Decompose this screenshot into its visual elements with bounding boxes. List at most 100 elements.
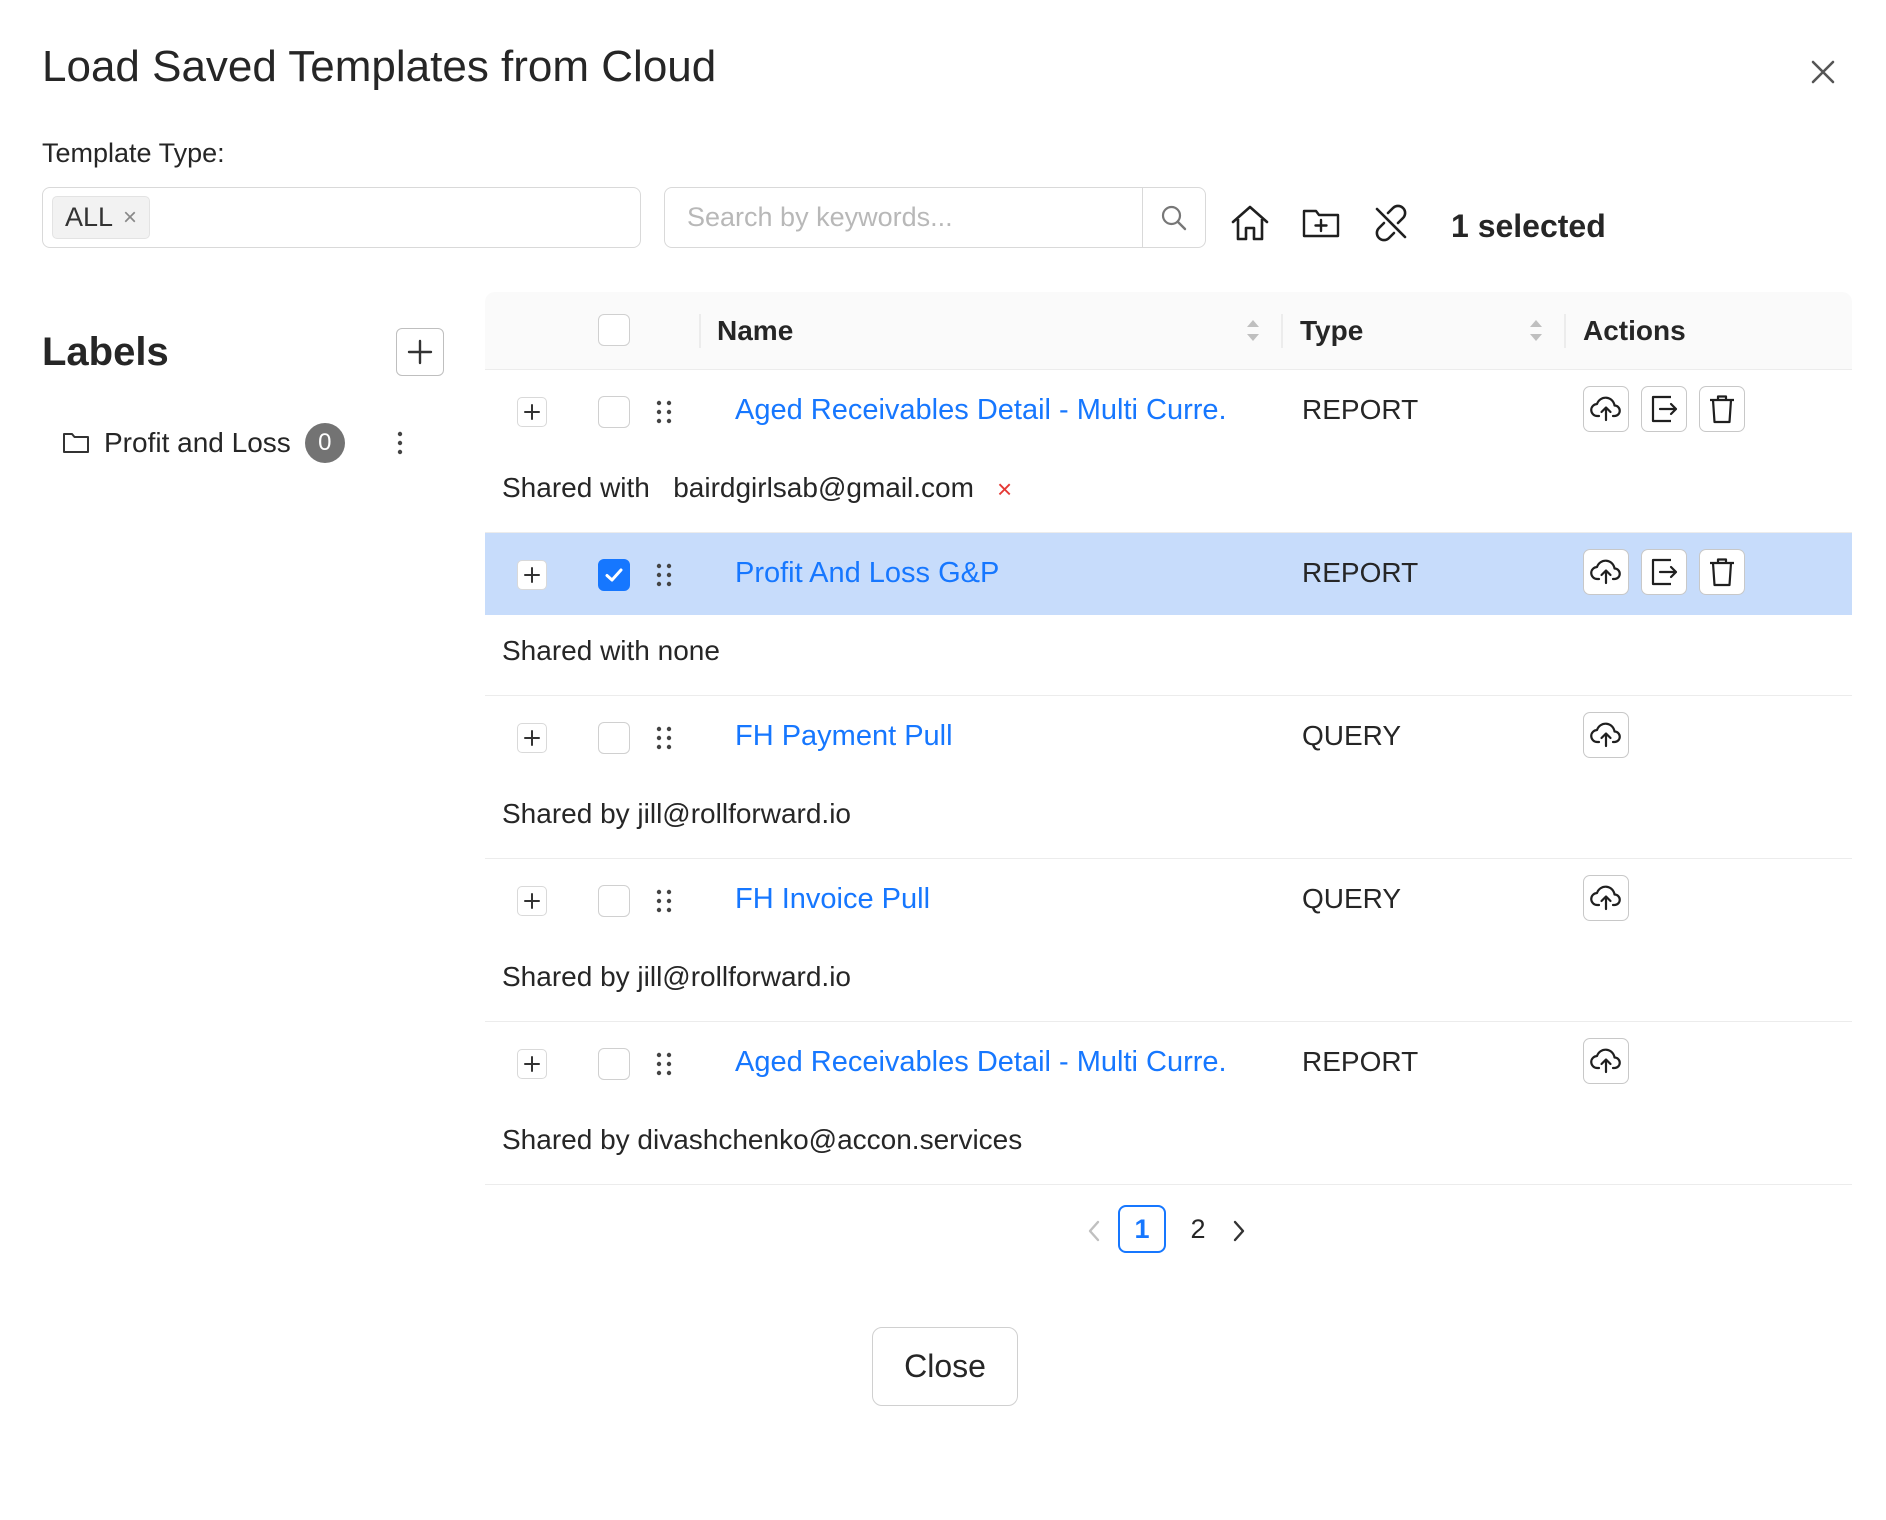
row-checkbox[interactable] <box>598 885 630 917</box>
export-button[interactable] <box>1641 549 1687 595</box>
template-type: REPORT <box>1302 394 1419 425</box>
sharing-text: Shared by jill@rollforward.io <box>502 961 852 992</box>
plus-icon <box>524 567 540 583</box>
template-type-select[interactable]: ALL × <box>42 187 641 248</box>
table-header: Name Type Actions <box>485 292 1852 370</box>
search-box <box>664 187 1206 248</box>
sharing-text: Shared by jill@rollforward.io <box>502 798 852 829</box>
table-row[interactable]: Aged Receivables Detail - Multi Curre. RE… <box>485 370 1852 452</box>
cloud-upload-button[interactable] <box>1583 1038 1629 1084</box>
cloud-upload-icon <box>1590 722 1621 748</box>
drag-handle-icon[interactable] <box>653 1048 675 1080</box>
row-checkbox[interactable] <box>598 396 630 428</box>
table-row[interactable]: FH Payment Pull QUERY <box>485 696 1852 778</box>
sharing-info-row: Shared by divashchenko@accon.services <box>485 1104 1852 1185</box>
unlink-button[interactable] <box>1368 200 1414 246</box>
drag-handle-icon[interactable] <box>653 885 675 917</box>
export-icon <box>1651 395 1678 423</box>
template-name-link[interactable]: Profit And Loss G&P <box>735 557 999 590</box>
plus-icon <box>524 1056 540 1072</box>
drag-handle-icon[interactable] <box>653 559 675 591</box>
template-name-link[interactable]: FH Invoice Pull <box>735 883 930 916</box>
template-name-link[interactable]: Aged Receivables Detail - Multi Curre. <box>735 394 1227 427</box>
add-label-button[interactable] <box>396 328 444 376</box>
table-row[interactable]: Aged Receivables Detail - Multi Curre. RE… <box>485 1022 1852 1104</box>
unlink-icon <box>1375 204 1407 242</box>
search-button[interactable] <box>1142 188 1205 247</box>
folder-icon <box>63 433 89 453</box>
cloud-upload-icon <box>1590 559 1621 585</box>
export-icon <box>1651 558 1678 586</box>
delete-button[interactable] <box>1699 549 1745 595</box>
expand-row-button[interactable] <box>517 560 547 590</box>
table-body: Aged Receivables Detail - Multi Curre. RE… <box>485 370 1852 1185</box>
folder-add-icon <box>1302 209 1340 238</box>
cloud-upload-button[interactable] <box>1583 549 1629 595</box>
column-name[interactable]: Name <box>717 292 793 369</box>
table-row[interactable]: Profit And Loss G&P REPORT <box>485 533 1852 615</box>
page-1-button[interactable]: 1 <box>1118 1205 1166 1253</box>
label-more-icon[interactable] <box>390 425 410 461</box>
label-count-badge: 0 <box>304 423 345 463</box>
expand-row-button[interactable] <box>517 723 547 753</box>
cloud-upload-icon <box>1590 885 1621 911</box>
column-type[interactable]: Type <box>1300 292 1363 369</box>
prev-page-icon[interactable] <box>1081 1214 1107 1248</box>
check-icon <box>605 568 623 582</box>
table-row[interactable]: FH Invoice Pull QUERY <box>485 859 1852 941</box>
template-type-tag: ALL × <box>52 196 151 239</box>
column-actions: Actions <box>1583 314 1686 346</box>
new-folder-button[interactable] <box>1298 200 1344 246</box>
template-type: QUERY <box>1302 883 1402 914</box>
home-icon <box>1231 205 1269 241</box>
template-type: REPORT <box>1302 557 1419 588</box>
sharing-info-row: Shared with none <box>485 615 1852 696</box>
trash-icon <box>1710 558 1734 587</box>
expand-row-button[interactable] <box>517 886 547 916</box>
home-button[interactable] <box>1227 200 1273 246</box>
select-all-checkbox[interactable] <box>598 314 630 346</box>
cloud-upload-button[interactable] <box>1583 712 1629 758</box>
templates-table: Name Type Actions Aged Receivables Detai… <box>485 292 1852 1185</box>
label-item-name: Profit and Loss <box>104 427 291 458</box>
next-page-icon[interactable] <box>1226 1214 1252 1248</box>
plus-icon <box>407 339 433 365</box>
plus-icon <box>524 404 540 420</box>
search-input[interactable] <box>665 188 1142 247</box>
sharing-text: Shared with bairdgirlsab@gmail.com <box>502 472 974 503</box>
dialog-title: Load Saved Templates from Cloud <box>42 42 717 91</box>
row-checkbox[interactable] <box>598 559 630 591</box>
close-dialog-icon[interactable] <box>1803 52 1843 92</box>
template-type-tag-label: ALL <box>65 202 114 232</box>
selected-count: 1 selected <box>1451 208 1606 244</box>
cloud-upload-icon <box>1590 1048 1621 1074</box>
sharing-info-row: Shared by jill@rollforward.io <box>485 778 1852 859</box>
row-checkbox[interactable] <box>598 722 630 754</box>
sharing-text: Shared by divashchenko@accon.services <box>502 1124 1023 1155</box>
remove-share-icon[interactable]: × <box>997 474 1012 505</box>
sharing-info-row: Shared by jill@rollforward.io <box>485 941 1852 1022</box>
delete-button[interactable] <box>1699 386 1745 432</box>
sort-type-icon[interactable] <box>1528 316 1544 346</box>
export-button[interactable] <box>1641 386 1687 432</box>
cloud-upload-button[interactable] <box>1583 875 1629 921</box>
sharing-text: Shared with none <box>502 635 720 666</box>
tag-remove-icon[interactable]: × <box>123 204 137 232</box>
drag-handle-icon[interactable] <box>653 722 675 754</box>
row-checkbox[interactable] <box>598 1048 630 1080</box>
sort-name-icon[interactable] <box>1245 316 1261 346</box>
search-icon <box>1161 205 1187 230</box>
expand-row-button[interactable] <box>517 1049 547 1079</box>
template-type: QUERY <box>1302 720 1402 751</box>
sharing-info-row: Shared with bairdgirlsab@gmail.com × <box>485 452 1852 533</box>
drag-handle-icon[interactable] <box>653 396 675 428</box>
close-button[interactable]: Close <box>872 1327 1018 1406</box>
page-2-button[interactable]: 2 <box>1174 1205 1222 1253</box>
expand-row-button[interactable] <box>517 397 547 427</box>
label-item-profit-and-loss[interactable]: Profit and Loss 0 <box>62 420 345 466</box>
plus-icon <box>524 730 540 746</box>
template-name-link[interactable]: Aged Receivables Detail - Multi Curre. <box>735 1046 1227 1079</box>
template-type-label: Template Type: <box>42 138 225 168</box>
cloud-upload-button[interactable] <box>1583 386 1629 432</box>
template-name-link[interactable]: FH Payment Pull <box>735 720 953 753</box>
